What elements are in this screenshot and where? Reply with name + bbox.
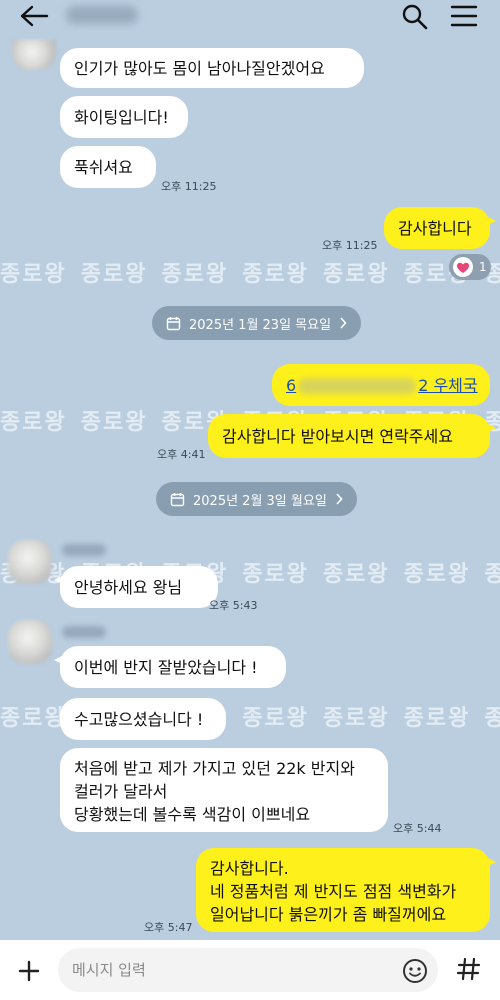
date-label: 2025년 1월 23일 목요일 (189, 317, 332, 333)
message-input[interactable] (72, 961, 392, 979)
chevron-right-icon (340, 317, 347, 329)
sender-name-blurred (62, 544, 106, 556)
menu-icon[interactable] (450, 4, 478, 28)
reaction-count: 1 (479, 260, 487, 274)
heart-icon (453, 257, 473, 277)
message-text: 화이팅입니다! (74, 107, 169, 127)
message-bubble-sent[interactable]: 감사합니다 받아보시면 연락주세요 (208, 414, 496, 458)
reaction-badge[interactable]: 1 (449, 254, 491, 280)
message-bubble-received[interactable]: 이번에 반지 잘받았습니다 ! (54, 646, 286, 688)
message-text: 이번에 반지 잘받았습니다 ! (74, 657, 258, 677)
sender-avatar[interactable] (12, 40, 56, 70)
message-text: 푹쉬셔요 (74, 157, 133, 177)
message-time: 오후 11:25 (161, 180, 217, 193)
sender-name-blurred (62, 626, 106, 638)
message-text: 인기가 많아도 몸이 남아나질안겠어요 (74, 58, 325, 78)
search-icon[interactable] (400, 2, 430, 30)
message-text: 처음에 받고 제가 가지고 있던 22k 반지와 컬러가 달라서 당황했는데 볼… (74, 759, 355, 824)
message-time: 오후 5:47 (144, 921, 193, 934)
message-text: 감사합니다 받아보시면 연락주세요 (222, 426, 453, 446)
sender-avatar[interactable] (8, 620, 52, 664)
calendar-icon (170, 492, 185, 506)
chat-header (0, 0, 500, 34)
message-time: 오후 5:44 (393, 822, 442, 835)
message-text: 안녕하세요 왕님 (74, 577, 183, 597)
message-bubble-sent-link[interactable]: 62 우체국 (272, 364, 490, 406)
message-time: 오후 4:41 (157, 448, 206, 461)
message-bubble-received[interactable]: 수고많으셨습니다 ! (60, 698, 226, 740)
blurred-account-number (298, 378, 417, 394)
message-bubble-sent[interactable]: 감사합니다 (384, 207, 496, 249)
message-bubble-received[interactable]: 화이팅입니다! (60, 96, 188, 138)
message-text: 수고많으셨습니다 ! (74, 709, 204, 729)
emoji-icon[interactable] (402, 958, 428, 984)
watermark-row: 종로왕종로왕종로왕종로왕종로왕종로왕종로왕 (0, 262, 500, 286)
account-link[interactable]: 62 우체국 (286, 374, 478, 397)
back-arrow-icon[interactable] (18, 4, 50, 28)
date-separator[interactable]: 2025년 2월 3일 월요일 (156, 482, 357, 516)
chevron-right-icon (336, 493, 343, 505)
date-separator[interactable]: 2025년 1월 23일 목요일 (152, 306, 362, 340)
message-bubble-received[interactable]: 안녕하세요 왕님 (54, 566, 218, 608)
message-text: 감사합니다. 네 정품처럼 제 반지도 점점 색변화가 일어납니다 붉은끼가 좀… (210, 859, 457, 924)
message-bubble-received[interactable]: 처음에 받고 제가 가지고 있던 22k 반지와 컬러가 달라서 당황했는데 볼… (60, 748, 388, 832)
message-input-bar (0, 940, 500, 1000)
message-bubble-received[interactable]: 인기가 많아도 몸이 남아나질안겠어요 (60, 48, 364, 88)
message-time: 오후 5:43 (209, 599, 258, 612)
calendar-icon (166, 316, 181, 330)
sender-avatar[interactable] (8, 540, 52, 584)
chat-title-blurred (66, 6, 138, 24)
message-bubble-sent[interactable]: 감사합니다. 네 정품처럼 제 반지도 점점 색변화가 일어납니다 붉은끼가 좀… (196, 848, 496, 932)
message-bubble-received[interactable]: 푹쉬셔요 (60, 146, 156, 188)
plus-icon[interactable] (14, 956, 44, 986)
message-time: 오후 11:25 (322, 239, 378, 252)
date-label: 2025년 2월 3일 월요일 (193, 493, 327, 509)
hashtag-icon[interactable] (454, 954, 484, 984)
message-input-container[interactable] (58, 948, 438, 992)
message-text: 감사합니다 (398, 218, 472, 238)
